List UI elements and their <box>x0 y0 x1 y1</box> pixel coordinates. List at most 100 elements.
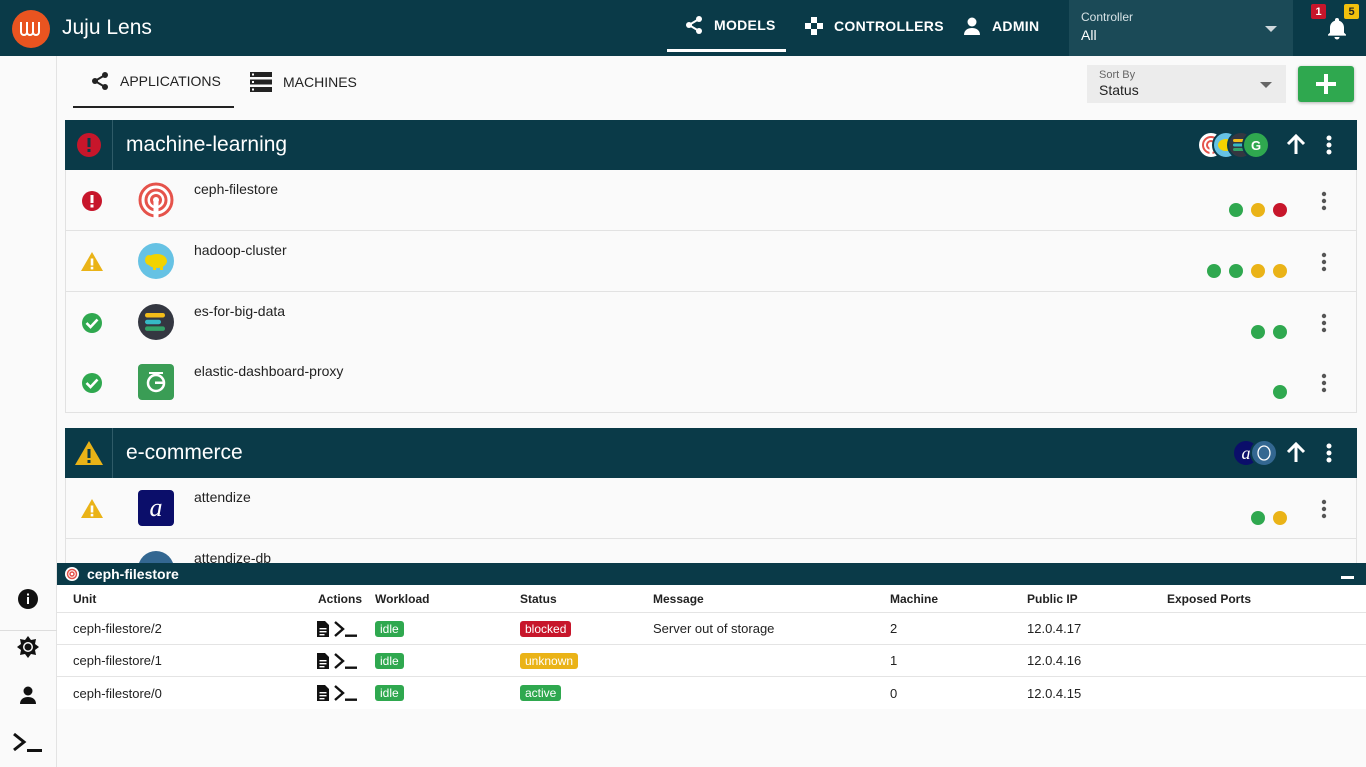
app-row[interactable]: a attendize <box>65 478 1357 539</box>
model-header[interactable]: e-commerce a <box>65 428 1357 478</box>
log-file-icon[interactable] <box>316 684 330 702</box>
unit-name: ceph-filestore/0 <box>73 685 162 701</box>
status-badge: active <box>520 685 562 701</box>
share-icon <box>92 72 108 90</box>
person-icon <box>964 17 980 35</box>
unit-actions <box>316 677 358 709</box>
unit-machine: 0 <box>890 685 898 701</box>
unit-status-dot <box>1251 264 1265 278</box>
juju-logo-icon[interactable] <box>12 10 50 48</box>
column-header: Unit <box>73 591 97 606</box>
kebab-menu-icon[interactable] <box>1316 252 1332 277</box>
error-count-badge: 1 <box>1311 4 1326 19</box>
unit-status-dot <box>1273 325 1287 339</box>
kebab-menu-icon[interactable] <box>1316 373 1332 398</box>
model-header[interactable]: machine-learning G <box>65 120 1357 170</box>
postgresql-icon <box>138 551 174 563</box>
proxy-icon: G <box>1242 131 1270 159</box>
model-app-icons: G <box>1197 131 1287 159</box>
bell-icon[interactable] <box>1325 16 1349 45</box>
terminal-icon[interactable] <box>334 620 358 638</box>
app-name: ceph-filestore <box>194 181 279 197</box>
app-title: Juju Lens <box>62 16 152 39</box>
app-name: elastic-dashboard-proxy <box>194 363 344 379</box>
server-icon <box>250 72 272 92</box>
proxy-icon <box>138 364 174 400</box>
unit-message: Server out of storage <box>653 621 775 636</box>
tab-machines-label: MACHINES <box>283 74 357 90</box>
tab-machines[interactable]: MACHINES <box>249 56 357 108</box>
log-file-icon[interactable] <box>316 652 330 670</box>
unit-status-dot <box>1273 511 1287 525</box>
unit-status-dots <box>1207 264 1289 278</box>
sort-by-label: Sort By <box>1099 69 1136 81</box>
column-header: Public IP <box>1027 591 1078 606</box>
kebab-menu-icon[interactable] <box>1316 191 1332 216</box>
table-row[interactable]: ceph-filestore/1 idle unknown 1 12.0.4.1… <box>57 645 1366 677</box>
user-icon[interactable] <box>16 683 40 707</box>
tab-applications[interactable]: APPLICATIONS <box>73 56 234 108</box>
app-row[interactable]: ceph-filestore <box>65 170 1357 231</box>
table-header: Unit Actions Workload Status Message Mac… <box>57 585 1366 613</box>
app-row[interactable]: es-for-big-data <box>65 292 1357 353</box>
app-name: attendize <box>194 489 251 505</box>
unit-status-dots <box>1229 203 1289 217</box>
column-header: Exposed Ports <box>1167 591 1252 606</box>
controller-select-label: Controller <box>1081 10 1134 24</box>
app-row[interactable]: attendize-db <box>65 539 1357 563</box>
gamepad-icon <box>805 17 823 35</box>
terminal-icon[interactable] <box>12 731 44 755</box>
nav-models[interactable]: MODELS <box>667 0 786 52</box>
unit-status-dot <box>1273 203 1287 217</box>
log-file-icon[interactable] <box>316 620 330 638</box>
tab-applications-label: APPLICATIONS <box>120 73 221 89</box>
controller-select-value: All <box>1081 27 1097 43</box>
add-model-button[interactable] <box>1298 66 1354 102</box>
sort-by-value: Status <box>1099 82 1139 98</box>
column-header: Status <box>520 591 557 606</box>
unit-status-dots <box>1273 385 1289 399</box>
table-row[interactable]: ceph-filestore/0 idle active 0 12.0.4.15 <box>57 677 1366 709</box>
nav-controllers[interactable]: CONTROLLERS <box>804 0 944 52</box>
app-name: es-for-big-data <box>194 303 286 319</box>
left-rail <box>0 56 57 767</box>
theme-toggle-icon[interactable] <box>16 635 40 659</box>
plus-icon <box>1316 74 1336 94</box>
sort-by-select[interactable]: Sort By Status <box>1087 65 1286 103</box>
warning-status-icon <box>65 428 113 478</box>
status-badge: unknown <box>520 652 579 669</box>
app-row[interactable]: elastic-dashboard-proxy <box>65 352 1357 413</box>
elasticsearch-icon <box>138 304 174 340</box>
terminal-icon[interactable] <box>334 684 358 702</box>
minimize-icon[interactable] <box>1341 576 1354 579</box>
unit-status-dot <box>1207 264 1221 278</box>
nav-admin[interactable]: ADMIN <box>962 0 1039 52</box>
app-row[interactable]: hadoop-cluster <box>65 231 1357 292</box>
controller-select[interactable]: Controller All <box>1069 0 1293 56</box>
arrow-up-icon[interactable] <box>1285 441 1307 470</box>
unit-status-dot <box>1251 325 1265 339</box>
hadoop-icon <box>138 243 174 279</box>
warning-status-icon <box>80 497 104 521</box>
kebab-menu-icon[interactable] <box>1316 499 1332 524</box>
top-bar: Juju Lens MODELS CONTROLLERS ADMIN Contr… <box>0 0 1366 56</box>
kebab-menu-icon[interactable] <box>1319 442 1339 469</box>
workload-badge: idle <box>375 685 404 701</box>
unit-public-ip: 12.0.4.15 <box>1027 685 1082 701</box>
warning-status-icon <box>80 250 104 274</box>
table-row[interactable]: ceph-filestore/2 idle blocked Server out… <box>57 613 1366 645</box>
kebab-menu-icon[interactable] <box>1316 313 1332 338</box>
unit-name: ceph-filestore/1 <box>73 653 162 668</box>
kebab-menu-icon[interactable] <box>1319 134 1339 161</box>
rail-divider <box>0 630 57 631</box>
arrow-up-icon[interactable] <box>1285 133 1307 162</box>
unit-status-dot <box>1229 264 1243 278</box>
unit-status-dot <box>1251 511 1265 525</box>
unit-actions <box>316 645 358 676</box>
ceph-icon <box>65 567 79 581</box>
terminal-icon[interactable] <box>334 652 358 670</box>
column-header: Machine <box>890 591 939 606</box>
check-status-icon <box>80 311 104 335</box>
info-icon[interactable] <box>16 587 40 611</box>
unit-actions <box>316 613 358 644</box>
